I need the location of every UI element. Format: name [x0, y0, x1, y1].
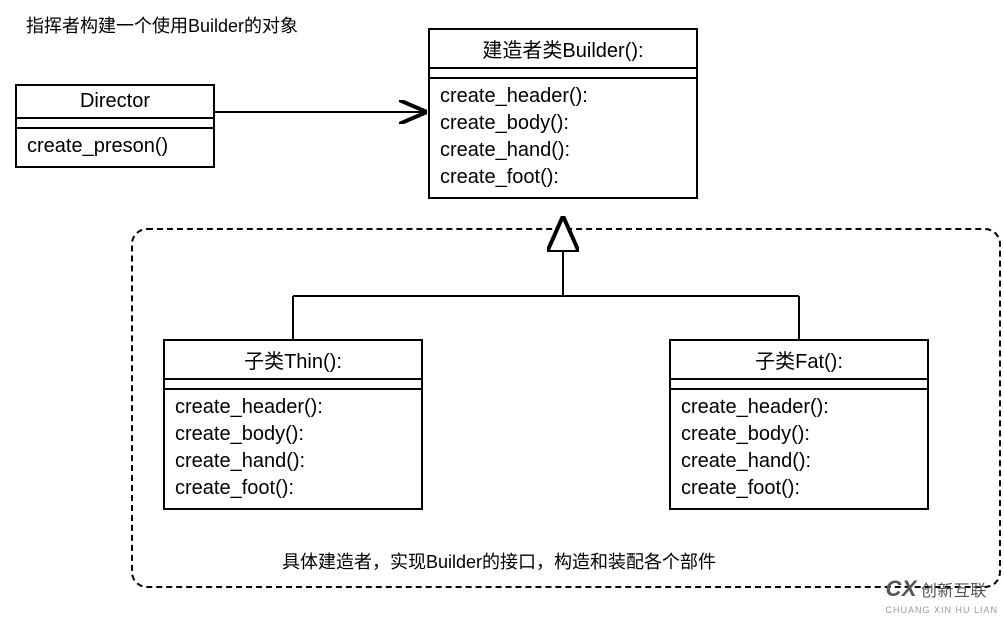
class-thin-title: 子类Thin():	[165, 341, 421, 380]
class-builder-title: 建造者类Builder():	[430, 30, 696, 69]
method-create-hand: create_hand():	[440, 137, 686, 164]
class-fat-mid	[671, 380, 927, 390]
note-concrete-builder: 具体建造者，实现Builder的接口，构造和装配各个部件	[282, 548, 716, 574]
method-create-body: create_body():	[681, 421, 917, 448]
class-director-methods: create_preson()	[17, 129, 213, 166]
note-director: 指挥者构建一个使用Builder的对象	[26, 12, 298, 38]
class-builder-methods: create_header(): create_body(): create_h…	[430, 79, 696, 197]
method-create-preson: create_preson()	[27, 133, 203, 160]
method-create-hand: create_hand():	[175, 448, 411, 475]
watermark-brand-py: CHUANG XIN HU LIAN	[885, 605, 998, 615]
method-create-header: create_header():	[175, 394, 411, 421]
class-thin-methods: create_header(): create_body(): create_h…	[165, 390, 421, 508]
method-create-body: create_body():	[440, 110, 686, 137]
watermark: CX 创新互联 CHUANG XIN HU LIAN	[885, 576, 998, 616]
class-fat: 子类Fat(): create_header(): create_body():…	[669, 339, 929, 510]
class-director-title: Director	[17, 86, 213, 119]
method-create-foot: create_foot():	[175, 475, 411, 502]
class-thin: 子类Thin(): create_header(): create_body()…	[163, 339, 423, 510]
class-director: Director create_preson()	[15, 84, 215, 168]
class-builder-mid	[430, 69, 696, 79]
class-builder: 建造者类Builder(): create_header(): create_b…	[428, 28, 698, 199]
method-create-foot: create_foot():	[681, 475, 917, 502]
method-create-header: create_header():	[440, 83, 686, 110]
method-create-header: create_header():	[681, 394, 917, 421]
method-create-hand: create_hand():	[681, 448, 917, 475]
method-create-foot: create_foot():	[440, 164, 686, 191]
class-thin-mid	[165, 380, 421, 390]
class-fat-title: 子类Fat():	[671, 341, 927, 380]
class-director-mid	[17, 119, 213, 129]
class-fat-methods: create_header(): create_body(): create_h…	[671, 390, 927, 508]
watermark-logo: CX	[885, 576, 917, 601]
watermark-brand-cn: 创新互联	[921, 583, 987, 600]
method-create-body: create_body():	[175, 421, 411, 448]
